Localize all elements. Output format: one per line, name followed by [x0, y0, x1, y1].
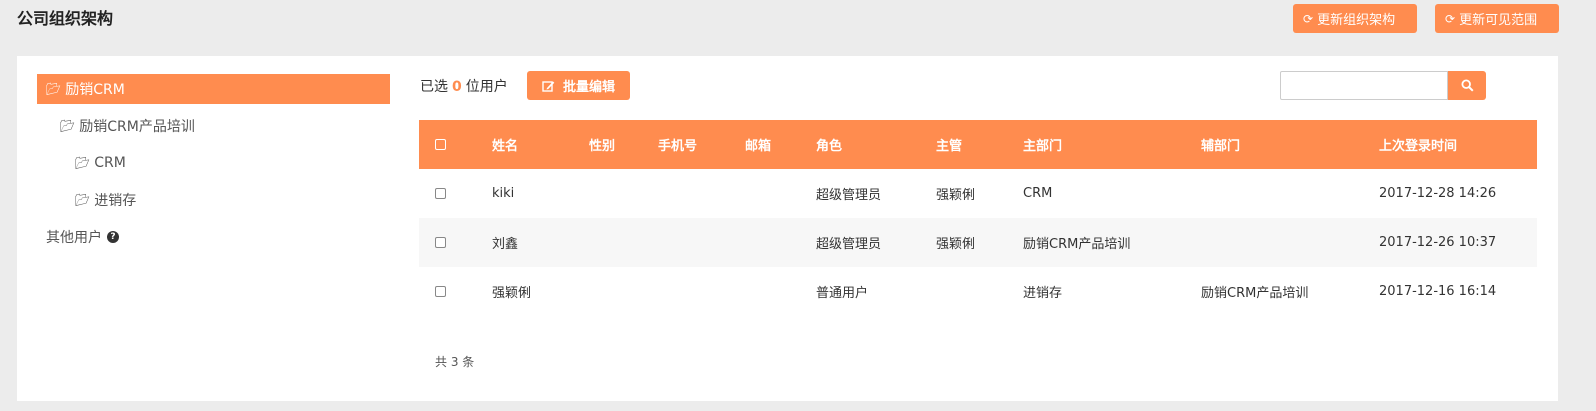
tree-item-other-users[interactable]: 其他用户 ?	[37, 222, 390, 252]
tree-item-root[interactable]: 📂︎ 励销CRM	[37, 74, 390, 104]
column-header: 上次登录时间	[1379, 120, 1537, 169]
main-panel: 📂︎ 励销CRM 📂︎ 励销CRM产品培训 📂︎ CRM 📂︎ 进销存 其他用户…	[17, 56, 1558, 401]
column-header: 辅部门	[1201, 120, 1379, 169]
tree-item-training[interactable]: 📂︎ 励销CRM产品培训	[37, 111, 390, 141]
cell-manager	[936, 267, 1023, 316]
edit-icon	[542, 80, 555, 92]
tree-item-inventory[interactable]: 📂︎ 进销存	[37, 185, 390, 215]
column-header: 主管	[936, 120, 1023, 169]
folder-open-icon: 📂︎	[46, 82, 62, 96]
update-org-label: 更新组织架构	[1317, 13, 1396, 28]
cell-phone	[658, 267, 745, 316]
cell-last-login: 2017-12-26 10:37	[1379, 218, 1537, 267]
column-header: 姓名	[492, 120, 589, 169]
column-header: 角色	[816, 120, 936, 169]
update-scope-button[interactable]: ⟳ 更新可见范围	[1435, 4, 1559, 33]
cell-role: 超级管理员	[816, 218, 936, 267]
row-select[interactable]	[419, 169, 492, 218]
cell-name: 刘鑫	[492, 218, 589, 267]
row-checkbox[interactable]	[435, 188, 446, 199]
tree-item-label: CRM	[94, 155, 126, 171]
cell-role: 超级管理员	[816, 188, 882, 203]
folder-open-icon: 📂︎	[75, 156, 91, 170]
search-input[interactable]	[1280, 71, 1448, 100]
cell-email	[745, 267, 816, 316]
update-org-button[interactable]: ⟳ 更新组织架构	[1293, 4, 1417, 33]
cell-dept: 进销存	[1023, 286, 1063, 301]
question-circle-icon[interactable]: ?	[107, 231, 119, 243]
cell-dept: 励销CRM产品培训	[1023, 218, 1201, 267]
cell-gender	[589, 267, 658, 316]
folder-open-icon: 📂︎	[60, 119, 76, 133]
tree-item-label: 进销存	[94, 193, 137, 209]
cell-name: kiki	[492, 186, 515, 201]
tree-item-label: 其他用户	[46, 230, 102, 246]
page-title: 公司组织架构	[17, 9, 114, 28]
tree-item-label: 励销CRM产品培训	[79, 119, 195, 135]
row-select[interactable]	[419, 218, 492, 267]
table-header-row: 姓名 性别 手机号 邮箱 角色 主管 主部门 辅部门 上次登录时间	[419, 120, 1537, 169]
cell-sub-dept	[1201, 218, 1379, 267]
cell-gender	[589, 218, 658, 267]
selection-info: 已选 0 位用户	[420, 76, 508, 96]
cell-last-login: 2017-12-16 16:14	[1379, 284, 1497, 299]
total-count: 共 3 条	[435, 355, 475, 369]
column-header: 主部门	[1023, 120, 1201, 169]
selection-prefix: 已选	[420, 79, 448, 95]
cell-sub-dept	[1201, 169, 1379, 218]
cell-manager: 强颖俐	[936, 188, 976, 203]
search-button[interactable]	[1448, 71, 1486, 100]
refresh-icon: ⟳	[1303, 11, 1314, 26]
cell-role: 普通用户	[816, 286, 869, 301]
header-select-all[interactable]	[419, 120, 492, 169]
org-tree: 📂︎ 励销CRM 📂︎ 励销CRM产品培训 📂︎ CRM 📂︎ 进销存 其他用户…	[37, 74, 390, 259]
row-checkbox[interactable]	[435, 286, 446, 297]
cell-email	[745, 169, 816, 218]
cell-dept: CRM	[1023, 186, 1053, 201]
selection-suffix: 位用户	[465, 79, 508, 95]
cell-phone	[658, 169, 745, 218]
column-header: 手机号	[658, 120, 745, 169]
tree-item-crm[interactable]: 📂︎ CRM	[37, 148, 390, 178]
cell-sub-dept: 励销CRM产品培训	[1201, 286, 1309, 301]
cell-name: 强颖俐	[492, 286, 532, 301]
cell-manager: 强颖俐	[936, 218, 1023, 267]
cell-phone	[658, 218, 745, 267]
row-checkbox[interactable]	[435, 237, 446, 248]
table-row[interactable]: 强颖俐 普通用户 进销存 励销CRM产品培训 2017-12-16 16:14	[419, 267, 1537, 316]
user-table: 姓名 性别 手机号 邮箱 角色 主管 主部门 辅部门 上次登录时间 kiki 超…	[419, 120, 1537, 316]
selection-count: 0	[452, 79, 462, 95]
cell-email	[745, 218, 816, 267]
row-select[interactable]	[419, 267, 492, 316]
cell-last-login: 2017-12-28 14:26	[1379, 186, 1497, 201]
search-icon	[1460, 79, 1474, 92]
update-scope-label: 更新可见范围	[1459, 13, 1538, 28]
batch-edit-button[interactable]: 批量编辑	[527, 71, 630, 100]
select-all-checkbox[interactable]	[435, 139, 446, 150]
batch-edit-label: 批量编辑	[562, 80, 615, 95]
table-row[interactable]: kiki 超级管理员 强颖俐 CRM 2017-12-28 14:26	[419, 169, 1537, 218]
cell-gender	[589, 169, 658, 218]
column-header: 性别	[589, 120, 658, 169]
tree-item-label: 励销CRM	[65, 82, 125, 98]
folder-open-icon: 📂︎	[75, 193, 91, 207]
table-row[interactable]: 刘鑫 超级管理员 强颖俐 励销CRM产品培训 2017-12-26 10:37	[419, 218, 1537, 267]
column-header: 邮箱	[745, 120, 816, 169]
refresh-icon: ⟳	[1445, 11, 1456, 26]
